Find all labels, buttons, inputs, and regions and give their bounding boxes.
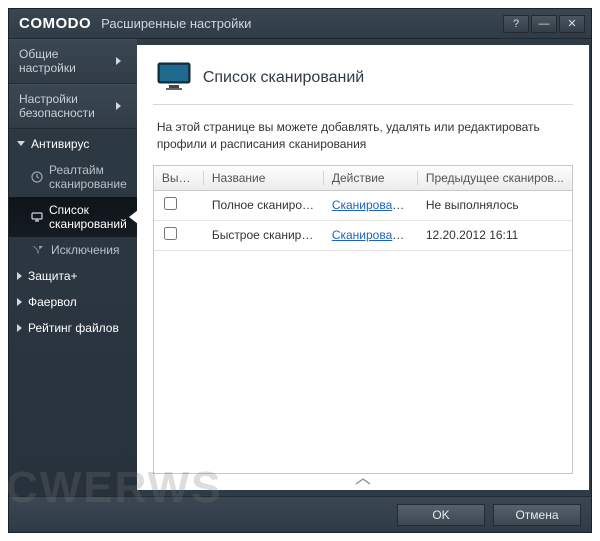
funnel-icon: [31, 244, 45, 256]
sidebar-group-defense-plus[interactable]: Защита+: [9, 263, 137, 289]
clock-icon: [31, 171, 43, 183]
sidebar-group-antivirus[interactable]: Антивирус: [9, 131, 137, 157]
footer: OK Отмена: [9, 496, 591, 532]
help-button[interactable]: ?: [503, 15, 529, 33]
table-row[interactable]: Полное сканиров... Сканирование Не выпол…: [154, 191, 572, 221]
scan-action-link[interactable]: Сканирование: [332, 198, 412, 212]
scan-profiles-table: Выбр... Название Действие Предыдущее ска…: [153, 165, 573, 474]
app-window: COMODO Расширенные настройки ? — ✕ Общие…: [8, 8, 592, 533]
monitor-icon: [157, 61, 191, 94]
cell-name: Полное сканиров...: [204, 198, 324, 212]
cancel-button[interactable]: Отмена: [493, 504, 581, 526]
window-title: Расширенные настройки: [101, 16, 251, 31]
chevron-right-icon: [116, 102, 121, 110]
sidebar-item-realtime-scan[interactable]: Реалтайм сканирование: [9, 157, 137, 197]
ok-button[interactable]: OK: [397, 504, 485, 526]
sidebar-group-firewall[interactable]: Фаервол: [9, 289, 137, 315]
sidebar-item-exclusions[interactable]: Исключения: [9, 237, 137, 263]
column-header-previous[interactable]: Предыдущее сканиров...: [418, 171, 572, 185]
sidebar-section-general[interactable]: Общие настройки: [9, 39, 137, 84]
sidebar-group-label: Антивирус: [31, 137, 89, 151]
cell-previous: Не выполнялось: [418, 198, 572, 212]
sidebar-section-label: Общие настройки: [19, 47, 116, 76]
expand-toggle[interactable]: [137, 474, 589, 490]
row-select-checkbox[interactable]: [164, 197, 177, 210]
sidebar-item-label: Исключения: [51, 243, 120, 257]
scan-action-link[interactable]: Сканирование: [332, 228, 412, 242]
sidebar-group-file-rating[interactable]: Рейтинг файлов: [9, 315, 137, 341]
chevron-right-icon: [116, 57, 121, 65]
chevron-down-icon: [17, 141, 25, 146]
main-panel: Список сканирований На этой странице вы …: [137, 45, 589, 490]
column-header-action[interactable]: Действие: [324, 171, 418, 185]
page-description: На этой странице вы можете добавлять, уд…: [137, 105, 589, 165]
cell-name: Быстрое сканиро...: [204, 228, 324, 242]
table-header: Выбр... Название Действие Предыдущее ска…: [154, 166, 572, 191]
column-header-name[interactable]: Название: [204, 171, 324, 185]
brand-logo: COMODO: [19, 15, 91, 32]
chevron-right-icon: [17, 324, 22, 332]
page-title: Список сканирований: [203, 69, 364, 87]
table-row[interactable]: Быстрое сканиро... Сканирование 12.20.20…: [154, 221, 572, 251]
minimize-button[interactable]: —: [531, 15, 557, 33]
chevron-right-icon: [17, 298, 22, 306]
monitor-icon: [31, 211, 43, 223]
close-button[interactable]: ✕: [559, 15, 585, 33]
sidebar-section-label: Настройки безопасности: [19, 92, 116, 121]
sidebar-group-label: Фаервол: [28, 295, 77, 309]
sidebar-group-label: Рейтинг файлов: [28, 321, 119, 335]
row-select-checkbox[interactable]: [164, 227, 177, 240]
sidebar-group-label: Защита+: [28, 269, 78, 283]
sidebar-item-scan-list[interactable]: Список сканирований: [9, 197, 137, 237]
titlebar: COMODO Расширенные настройки ? — ✕: [9, 9, 591, 39]
sidebar-item-label: Список сканирований: [49, 203, 129, 231]
chevron-right-icon: [17, 272, 22, 280]
column-header-select[interactable]: Выбр...: [154, 171, 204, 185]
sidebar-section-security[interactable]: Настройки безопасности: [9, 84, 137, 129]
cell-previous: 12.20.2012 16:11: [418, 228, 572, 242]
sidebar-item-label: Реалтайм сканирование: [49, 163, 129, 191]
sidebar: Общие настройки Настройки безопасности А…: [9, 39, 137, 496]
